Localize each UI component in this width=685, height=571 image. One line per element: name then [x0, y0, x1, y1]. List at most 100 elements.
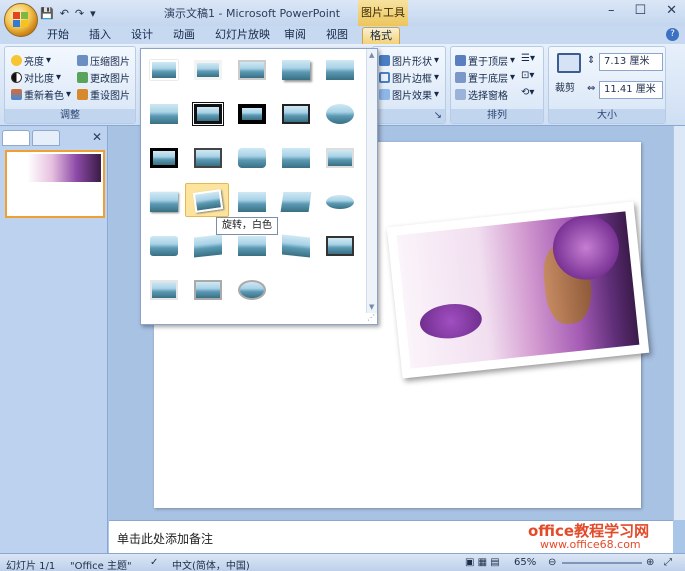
- style-perspective-left[interactable]: [189, 231, 227, 261]
- style-simple-black[interactable]: [277, 99, 315, 129]
- style-metal-rounded[interactable]: [145, 275, 183, 305]
- tab-animations[interactable]: 动画: [173, 27, 195, 44]
- width-icon: ⇔: [587, 83, 596, 94]
- dropdown-arrow-icon: ▾: [434, 89, 440, 100]
- size-group: 裁剪 ⇕ 7.13 厘米 ⇔ 11.41 厘米 大小: [548, 46, 666, 124]
- tab-design[interactable]: 设计: [131, 27, 153, 44]
- gallery-scrollbar[interactable]: ▲ ▼: [366, 49, 377, 313]
- close-button[interactable]: ✕: [666, 3, 677, 18]
- style-perspective-shadow[interactable]: [233, 187, 271, 217]
- arrange-group-label: 排列: [451, 109, 543, 123]
- recolor-button[interactable]: 重新着色 ▾: [11, 87, 71, 102]
- style-soft-edge[interactable]: [145, 99, 183, 129]
- picture-effects-button[interactable]: 图片效果 ▾: [379, 87, 439, 102]
- rotated-white-frame-picture[interactable]: [386, 201, 650, 379]
- height-field[interactable]: 7.13 厘米: [599, 53, 663, 71]
- change-picture-icon: [77, 72, 88, 83]
- style-beveled-frame[interactable]: [189, 275, 227, 305]
- zoom-slider[interactable]: [562, 562, 642, 564]
- style-double-frame-black[interactable]: [189, 99, 227, 129]
- close-panel-icon[interactable]: ✕: [92, 130, 102, 144]
- view-buttons[interactable]: ▣ ▦ ▤: [465, 557, 500, 568]
- scroll-up-icon[interactable]: ▲: [369, 51, 374, 59]
- help-icon[interactable]: ?: [666, 28, 679, 41]
- zoom-out-icon[interactable]: ⊖: [548, 557, 556, 568]
- tab-insert[interactable]: 插入: [89, 27, 111, 44]
- slide-count: 幻灯片 1/1: [6, 561, 56, 571]
- group-button[interactable]: ⊡▾: [521, 70, 534, 81]
- style-bevel-rectangle[interactable]: [321, 143, 359, 173]
- crop-icon: [557, 53, 581, 73]
- tab-format[interactable]: 格式: [362, 27, 400, 44]
- send-to-back-button[interactable]: 置于底层 ▾: [455, 70, 515, 85]
- tab-slideshow[interactable]: 幻灯片放映: [215, 27, 270, 44]
- style-perspective-tilt[interactable]: [277, 231, 315, 261]
- undo-icon[interactable]: ↶: [60, 7, 69, 20]
- tab-view[interactable]: 视图: [326, 27, 348, 44]
- style-oval[interactable]: [321, 99, 359, 129]
- style-beveled-matte[interactable]: [189, 55, 227, 85]
- dropdown-arrow-icon: ▾: [56, 72, 62, 83]
- slide-thumbnail[interactable]: [5, 150, 105, 218]
- style-rotated-white[interactable]: [185, 183, 229, 217]
- style-simple-frame-white[interactable]: [145, 55, 183, 85]
- brightness-button[interactable]: 亮度 ▾: [11, 53, 51, 68]
- theme-name: "Office 主题": [70, 561, 132, 571]
- scroll-down-icon[interactable]: ▼: [369, 303, 374, 311]
- selection-pane-button[interactable]: 选择窗格: [455, 87, 508, 102]
- bring-front-label: 置于顶层: [468, 57, 508, 68]
- picture-border-button[interactable]: 图片边框 ▾: [379, 70, 439, 85]
- picture-shape-button[interactable]: 图片形状 ▾: [379, 53, 439, 68]
- style-rounded-diagonal[interactable]: [233, 143, 271, 173]
- style-reflected-bevel[interactable]: [321, 231, 359, 261]
- dialog-launcher-icon[interactable]: ↘: [373, 109, 445, 123]
- compress-pictures-button[interactable]: 压缩图片: [77, 53, 130, 68]
- style-black-frame[interactable]: [145, 143, 183, 173]
- tab-review[interactable]: 审阅: [284, 27, 306, 44]
- adjust-group: 亮度 ▾ 对比度 ▾ 重新着色 ▾ 压缩图片 更改图片 重设图片 调整: [4, 46, 136, 124]
- maximize-button[interactable]: ☐: [634, 3, 646, 18]
- style-drop-shadow[interactable]: [277, 55, 315, 85]
- style-metal-oval[interactable]: [233, 275, 271, 305]
- style-bevel-perspective[interactable]: [145, 231, 183, 261]
- style-perspective-right[interactable]: [233, 231, 271, 261]
- vertical-scrollbar[interactable]: [673, 126, 685, 520]
- dropdown-arrow-icon: ▾: [46, 55, 52, 66]
- bring-front-icon: [455, 55, 466, 66]
- width-field[interactable]: 11.41 厘米: [599, 81, 663, 99]
- fit-window-icon[interactable]: ⤢: [664, 557, 672, 568]
- group-icon: ⊡▾: [521, 70, 535, 81]
- style-compound-frame[interactable]: [189, 143, 227, 173]
- crop-button[interactable]: 裁剪: [553, 51, 585, 99]
- rotate-button[interactable]: ⟲▾: [521, 87, 534, 98]
- zoom-level[interactable]: 65%: [514, 557, 536, 568]
- contrast-button[interactable]: 对比度 ▾: [11, 70, 61, 85]
- style-perspective-relaxed[interactable]: [277, 187, 315, 217]
- ribbon-tabs: 开始 插入 设计 动画 幻灯片放映 审阅 视图 格式: [0, 26, 685, 44]
- contrast-label: 对比度: [24, 74, 54, 85]
- align-button[interactable]: ☰▾: [521, 53, 535, 64]
- crop-label: 裁剪: [555, 83, 575, 94]
- customize-qat-icon[interactable]: ▾: [90, 7, 96, 20]
- bring-to-front-button[interactable]: 置于顶层 ▾: [455, 53, 515, 68]
- change-picture-button[interactable]: 更改图片: [77, 70, 130, 85]
- style-snip-corner[interactable]: [277, 143, 315, 173]
- save-icon[interactable]: 💾: [40, 7, 54, 20]
- tab-home[interactable]: 开始: [47, 27, 69, 44]
- redo-icon[interactable]: ↷: [75, 7, 84, 20]
- tab-outline[interactable]: [32, 130, 60, 146]
- style-metal-frame[interactable]: [233, 55, 271, 85]
- office-button[interactable]: [4, 3, 38, 37]
- style-reflected[interactable]: [321, 55, 359, 85]
- recolor-label: 重新着色: [24, 91, 64, 102]
- style-oval-soft[interactable]: [321, 187, 359, 217]
- style-thick-black[interactable]: [233, 99, 271, 129]
- tab-slides[interactable]: [2, 130, 30, 146]
- spelling-icon[interactable]: ✓: [150, 557, 158, 568]
- selection-pane-icon: [455, 89, 466, 100]
- reset-picture-button[interactable]: 重设图片: [77, 87, 130, 102]
- resize-grip-icon[interactable]: ⋰: [367, 313, 375, 322]
- minimize-button[interactable]: –: [608, 3, 615, 18]
- zoom-in-icon[interactable]: ⊕: [646, 557, 654, 568]
- style-relaxed[interactable]: [145, 187, 183, 217]
